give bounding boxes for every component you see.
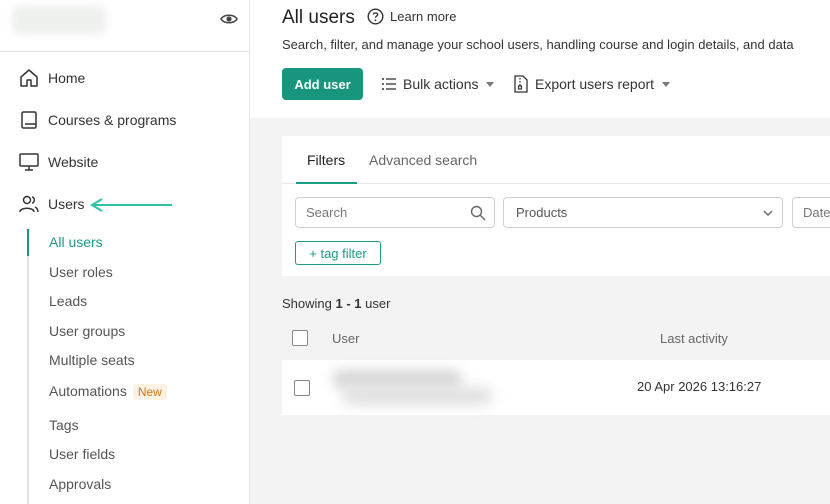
monitor-icon <box>19 153 39 171</box>
new-badge: New <box>132 384 167 400</box>
export-users-report-button[interactable]: Export users report <box>513 68 671 100</box>
results-suffix: user <box>361 296 391 311</box>
list-icon <box>382 78 396 90</box>
learn-more-link[interactable]: Learn more <box>367 8 456 25</box>
subnav-item-user-roles[interactable]: User roles <box>49 264 113 280</box>
sidebar-item-website[interactable]: Website <box>18 150 98 174</box>
sidebar-header <box>0 0 249 52</box>
search-placeholder: Search <box>306 205 348 220</box>
subnav-item-tags[interactable]: Tags <box>49 417 79 433</box>
page-header: All users Learn more Search, filter, and… <box>250 0 830 118</box>
subnav-item-user-groups[interactable]: User groups <box>49 323 125 339</box>
search-input[interactable]: Search <box>295 197 495 228</box>
filter-tabs: Filters Advanced search <box>282 136 830 184</box>
subnav-item-user-fields[interactable]: User fields <box>49 446 115 462</box>
results-count: Showing 1 - 1 user <box>282 296 390 311</box>
subnav-item-multiple-seats[interactable]: Multiple seats <box>49 352 135 368</box>
sidebar-item-label: Courses & programs <box>48 112 177 128</box>
subnav-item-automations[interactable]: Automations New <box>49 383 167 400</box>
subnav-item-label: Automations <box>49 383 127 399</box>
caret-down-icon <box>662 81 671 87</box>
table-row[interactable]: 20 Apr 2026 13:16:27 <box>282 360 830 415</box>
users-icon <box>19 195 39 213</box>
filters-card: Filters Advanced search Search Products … <box>282 136 830 276</box>
active-tab-underline <box>296 182 357 184</box>
subnav-item-leads[interactable]: Leads <box>49 293 87 309</box>
subnav-rail <box>27 229 29 504</box>
page-subtitle: Search, filter, and manage your school u… <box>282 37 794 52</box>
zip-file-icon <box>514 75 528 93</box>
column-header-last-activity[interactable]: Last activity <box>660 331 728 346</box>
column-header-user[interactable]: User <box>332 331 359 346</box>
export-label: Export users report <box>535 76 655 92</box>
home-icon <box>20 69 38 87</box>
subnav-active-indicator <box>27 229 29 256</box>
date-filter[interactable]: Date <box>792 197 830 228</box>
user-email-redacted <box>342 388 492 404</box>
tab-filters[interactable]: Filters <box>307 152 345 168</box>
bulk-actions-label: Bulk actions <box>403 76 479 92</box>
subnav-item-approvals[interactable]: Approvals <box>49 476 111 492</box>
chevron-down-icon <box>763 210 773 216</box>
user-name-redacted <box>332 370 462 388</box>
eye-icon[interactable] <box>219 10 239 28</box>
learn-more-label: Learn more <box>390 9 457 24</box>
tag-filter-button[interactable]: + tag filter <box>295 241 381 265</box>
row-checkbox[interactable] <box>294 380 310 396</box>
arrow-left-icon <box>90 198 172 212</box>
search-icon <box>470 205 486 221</box>
sidebar-item-home[interactable]: Home <box>18 66 85 90</box>
results-prefix: Showing <box>282 296 336 311</box>
tab-advanced-search[interactable]: Advanced search <box>369 152 477 168</box>
sidebar-item-label: Home <box>48 70 86 86</box>
select-all-checkbox[interactable] <box>292 330 308 346</box>
main-content: Filters Advanced search Search Products … <box>250 118 830 504</box>
caret-down-icon <box>486 81 495 87</box>
products-select[interactable]: Products <box>503 197 783 228</box>
book-icon <box>21 111 37 129</box>
sidebar-item-courses[interactable]: Courses & programs <box>18 108 176 132</box>
sidebar-item-label: Users <box>48 196 85 212</box>
sidebar: Home Courses & programs Website Users Al… <box>0 0 250 504</box>
date-placeholder: Date <box>803 205 830 220</box>
page-title: All users <box>282 7 355 28</box>
help-circle-icon <box>367 8 384 25</box>
sidebar-item-label: Website <box>48 154 99 170</box>
subnav-item-all-users[interactable]: All users <box>49 234 103 250</box>
add-user-button[interactable]: Add user <box>282 68 363 100</box>
last-activity-cell: 20 Apr 2026 13:16:27 <box>637 379 762 394</box>
sidebar-item-users[interactable]: Users <box>18 192 85 216</box>
products-select-value: Products <box>516 205 568 220</box>
results-range: 1 - 1 <box>335 296 362 311</box>
school-logo <box>12 6 106 34</box>
bulk-actions-button[interactable]: Bulk actions <box>381 68 495 100</box>
